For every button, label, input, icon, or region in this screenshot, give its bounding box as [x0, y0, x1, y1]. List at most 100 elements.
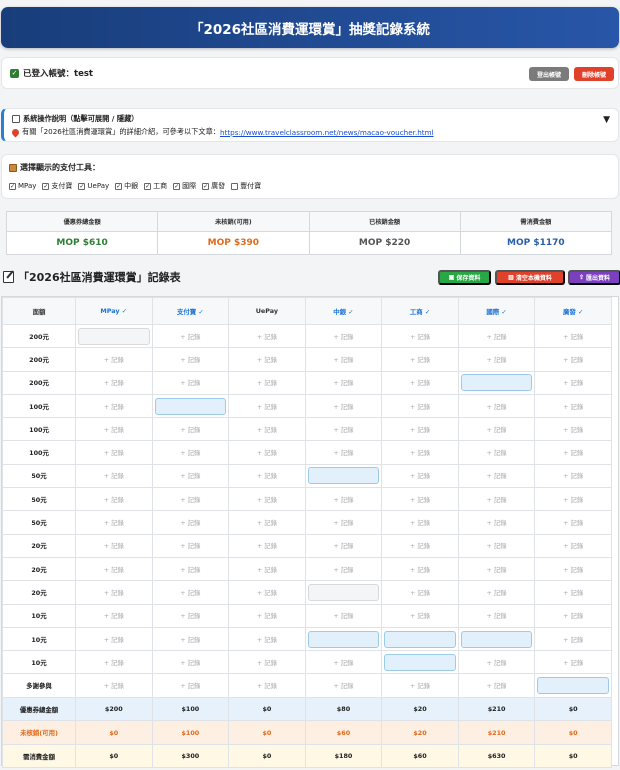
payment-option[interactable]: ✓ 支付寶	[42, 181, 72, 191]
column-header[interactable]: MPay ✓	[75, 297, 153, 325]
record-slot[interactable]: + 記錄	[78, 561, 150, 578]
record-slot[interactable]: + 記錄	[537, 631, 609, 648]
record-cell[interactable]: + 記錄	[304, 673, 383, 698]
record-slot[interactable]: + 記錄	[231, 561, 303, 578]
record-cell[interactable]: + 記錄	[228, 650, 306, 675]
record-slot[interactable]: + 記錄	[384, 537, 456, 554]
record-slot[interactable]: + 記錄	[78, 467, 150, 484]
record-slot[interactable]: + 記錄	[537, 514, 609, 531]
column-header[interactable]: 國際 ✓	[457, 297, 536, 325]
record-slot[interactable]: + 記錄	[461, 561, 533, 578]
record-cell[interactable]: + 記錄	[228, 463, 306, 489]
record-cell[interactable]: + 記錄	[304, 393, 383, 419]
record-cell[interactable]: + 記錄	[75, 347, 153, 372]
record-slot-filled[interactable]	[537, 677, 609, 695]
record-slot[interactable]: + 記錄	[155, 584, 227, 601]
record-slot[interactable]: + 記錄	[537, 607, 609, 624]
record-slot[interactable]: + 記錄	[231, 537, 303, 554]
record-slot[interactable]: + 記錄	[384, 374, 456, 391]
record-slot[interactable]: + 記錄	[155, 537, 227, 554]
record-cell[interactable]: + 記錄	[75, 417, 153, 442]
record-cell[interactable]: + 記錄	[381, 370, 459, 395]
record-slot[interactable]: + 記錄	[231, 374, 303, 391]
record-cell[interactable]: + 記錄	[228, 626, 306, 652]
record-cell[interactable]: + 記錄	[228, 393, 306, 419]
record-slot[interactable]: + 記錄	[537, 467, 609, 484]
record-cell[interactable]: + 記錄	[304, 510, 383, 535]
record-cell[interactable]: + 記錄	[228, 510, 306, 535]
logout-button[interactable]: 登出帳號	[529, 67, 569, 81]
system-instructions[interactable]: 系統操作說明（點擊可展開 / 隱藏） 有關「2026社區消費運環賞」的詳細介紹，…	[1, 108, 619, 142]
record-cell[interactable]: + 記錄	[304, 370, 383, 395]
record-cell[interactable]: + 記錄	[228, 417, 306, 442]
record-slot[interactable]: + 記錄	[384, 584, 456, 601]
record-cell[interactable]: + 記錄	[228, 533, 306, 558]
column-header[interactable]: 支付寶 ✓	[151, 297, 230, 325]
record-slot[interactable]: + 記錄	[461, 467, 533, 484]
record-cell[interactable]: + 記錄	[457, 603, 536, 628]
record-cell[interactable]: + 記錄	[381, 510, 459, 535]
record-slot[interactable]: + 記錄	[308, 351, 380, 368]
record-slot-filled[interactable]	[460, 374, 533, 392]
record-cell[interactable]: + 記錄	[534, 603, 612, 628]
record-cell[interactable]: + 記錄	[534, 323, 612, 349]
record-slot[interactable]: + 記錄	[308, 561, 380, 578]
record-slot[interactable]: + 記錄	[231, 398, 303, 415]
record-cell[interactable]: + 記錄	[381, 603, 459, 628]
record-cell[interactable]: + 記錄	[381, 556, 459, 582]
record-slot[interactable]: + 記錄	[155, 328, 227, 345]
record-cell[interactable]: + 記錄	[151, 533, 230, 558]
record-slot[interactable]: + 記錄	[308, 654, 380, 671]
record-slot[interactable]: + 記錄	[78, 584, 150, 601]
record-slot[interactable]: + 記錄	[308, 491, 380, 508]
column-header[interactable]: 工商 ✓	[381, 297, 459, 325]
record-cell[interactable]: + 記錄	[534, 417, 612, 442]
record-cell[interactable]: + 記錄	[457, 650, 536, 675]
record-cell[interactable]: + 記錄	[381, 673, 459, 698]
record-cell[interactable]: + 記錄	[151, 370, 230, 395]
record-slot-filled[interactable]	[307, 630, 380, 648]
record-slot[interactable]: + 記錄	[231, 631, 303, 648]
record-slot-filled[interactable]	[460, 630, 533, 648]
record-slot-filled[interactable]	[307, 583, 380, 601]
record-cell[interactable]: + 記錄	[151, 556, 230, 582]
record-slot[interactable]: + 記錄	[78, 514, 150, 531]
checkbox-checked-icon[interactable]: ✓	[144, 182, 152, 190]
record-slot[interactable]: + 記錄	[537, 351, 609, 368]
record-cell[interactable]: + 記錄	[457, 463, 536, 489]
record-cell[interactable]: + 記錄	[457, 323, 536, 349]
record-cell[interactable]	[381, 650, 459, 675]
record-cell[interactable]: + 記錄	[457, 556, 536, 582]
record-cell[interactable]	[304, 580, 383, 605]
record-cell[interactable]: + 記錄	[381, 347, 459, 372]
payment-option[interactable]: ✓ 廣發	[202, 181, 225, 191]
checkbox-checked-icon[interactable]: ✓	[202, 182, 210, 190]
record-cell[interactable]: + 記錄	[381, 393, 459, 419]
checkbox-checked-icon[interactable]: ✓	[78, 182, 86, 190]
record-cell[interactable]: + 記錄	[304, 533, 383, 558]
record-cell[interactable]: + 記錄	[534, 393, 612, 419]
record-cell[interactable]: + 記錄	[457, 580, 536, 605]
record-cell[interactable]: + 記錄	[457, 533, 536, 558]
record-slot[interactable]: + 記錄	[384, 514, 456, 531]
record-cell[interactable]: + 記錄	[304, 487, 383, 512]
record-slot[interactable]: + 記錄	[537, 561, 609, 578]
record-slot[interactable]: + 記錄	[384, 398, 456, 415]
record-cell[interactable]: + 記錄	[534, 347, 612, 372]
record-cell[interactable]: + 記錄	[75, 556, 153, 582]
payment-option[interactable]: ✓ 中銀	[115, 181, 138, 191]
record-cell[interactable]: + 記錄	[75, 650, 153, 675]
record-slot[interactable]: + 記錄	[155, 351, 227, 368]
record-cell[interactable]: + 記錄	[228, 323, 306, 349]
record-slot[interactable]: + 記錄	[155, 421, 227, 438]
record-slot-filled[interactable]	[154, 397, 227, 415]
record-cell[interactable]: + 記錄	[228, 580, 306, 605]
record-cell[interactable]: + 記錄	[75, 673, 153, 698]
record-cell[interactable]: + 記錄	[381, 440, 459, 465]
record-slot[interactable]: + 記錄	[461, 421, 533, 438]
record-cell[interactable]: + 記錄	[151, 440, 230, 465]
record-slot[interactable]: + 記錄	[308, 421, 380, 438]
record-cell[interactable]: + 記錄	[304, 347, 383, 372]
record-slot[interactable]: + 記錄	[308, 374, 380, 391]
record-cell[interactable]: + 記錄	[534, 580, 612, 605]
